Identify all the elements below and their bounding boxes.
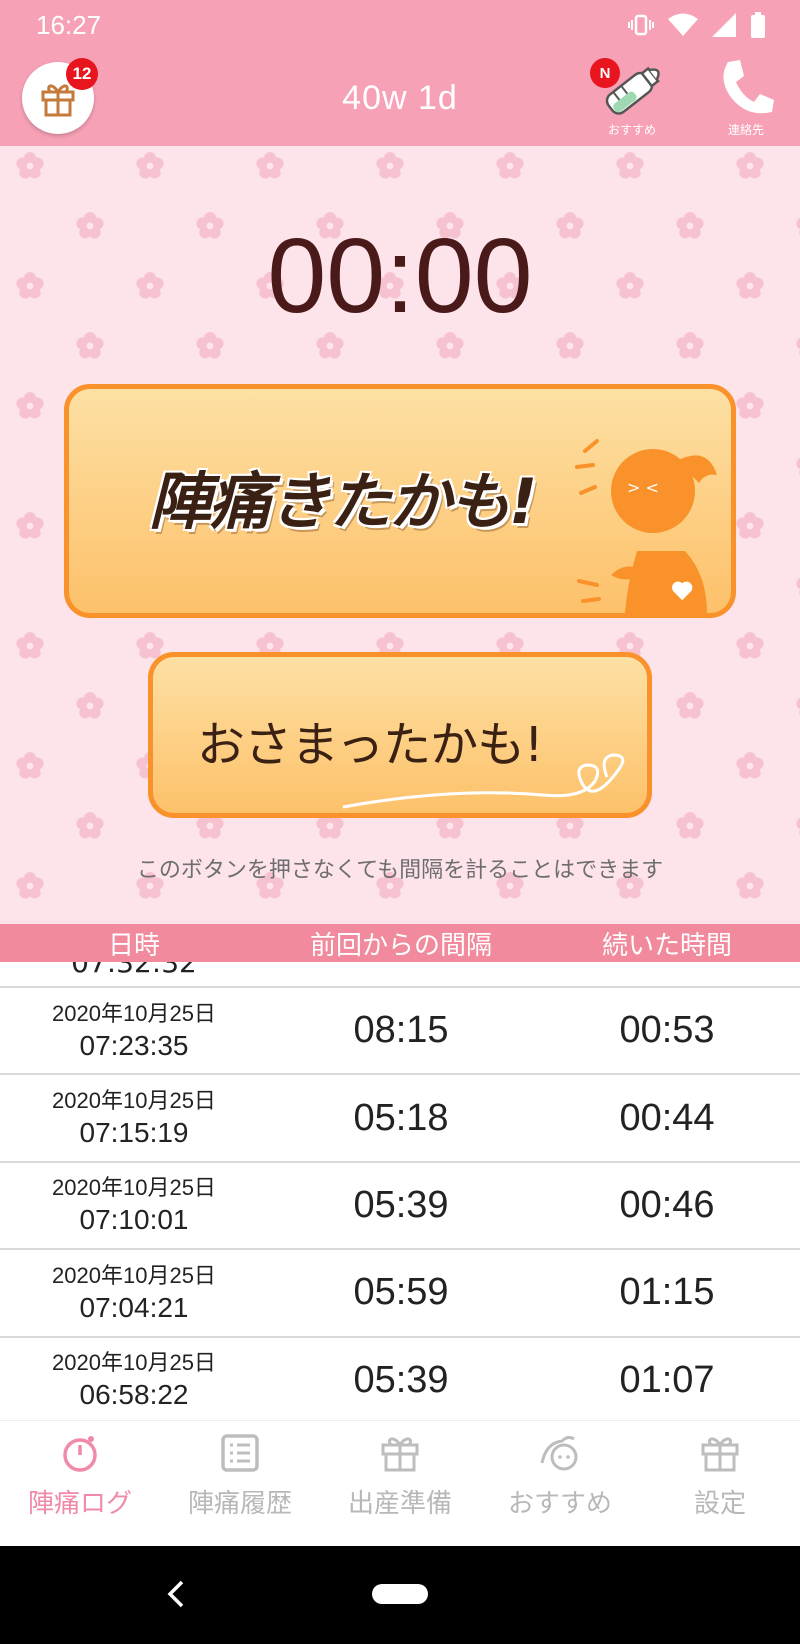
row-interval: 05:18 (353, 1096, 449, 1139)
row-duration: 00:53 (619, 1009, 715, 1052)
battery-icon (751, 12, 765, 38)
recommend-button[interactable]: N おすすめ (586, 54, 678, 142)
row-interval: 05:39 (353, 1183, 449, 1226)
elapsed-timer: 00:00 (267, 217, 533, 335)
row-datetime: 2020年10月25日 07:15:19 (0, 1086, 268, 1150)
row-time: 07:04:21 (79, 1291, 189, 1323)
header-interval: 前回からの間隔 (309, 930, 492, 961)
contraction-started-label: 陣痛きたかも! (149, 465, 537, 538)
row-time: 07:23:35 (79, 1029, 189, 1061)
bottom-tab-bar: 陣痛ログ 陣痛履歴 出産準備 おすすめ 設定 (0, 1420, 800, 1546)
row-time: 06:58:22 (79, 1379, 189, 1411)
row-time: 07:32:32 (71, 962, 197, 979)
svg-text:> <: > < (627, 478, 659, 497)
new-badge: N (590, 58, 620, 88)
present-button[interactable]: 12 (22, 58, 98, 134)
notification-badge: 12 (66, 58, 98, 90)
row-interval: 05:39 (353, 1358, 449, 1401)
contraction-started-button[interactable]: 陣痛きたかも! > < (64, 384, 736, 618)
log-table-header: 日時 前回からの間隔 続いた時間 (0, 924, 800, 962)
contraction-ended-button[interactable]: おさまったかも! (148, 652, 652, 818)
phone-icon (723, 60, 774, 114)
row-datetime: 2020年10月25日 07:04:21 (0, 1261, 268, 1325)
gift-icon (378, 1431, 422, 1475)
row-datetime: 2020年10月25日 07:10:01 (0, 1173, 268, 1237)
row-duration: 01:15 (619, 1271, 715, 1314)
row-datetime: 2020年10月25日 06:58:22 (0, 1348, 268, 1412)
tab-recommend[interactable]: おすすめ (480, 1421, 640, 1546)
ribbon-heart-icon (342, 753, 625, 809)
timer-area: 00:00 陣痛きたかも! > < おさまったかも! このボタンを押さなくても間… (0, 146, 800, 924)
status-bar: 16:27 (0, 0, 800, 50)
baby-icon (538, 1431, 582, 1475)
tab-label: 出産準備 (347, 1489, 452, 1519)
row-duration: 00:46 (619, 1183, 715, 1226)
pregnancy-week-title: 40w 1d (342, 78, 458, 117)
tab-contraction-log[interactable]: 陣痛ログ (0, 1421, 160, 1546)
status-icons (628, 12, 766, 38)
row-interval: 05:59 (353, 1271, 449, 1314)
list-icon (218, 1431, 262, 1475)
row-date: 2020年10月25日 (52, 1350, 216, 1376)
header-datetime: 日時 (107, 930, 160, 961)
vibrate-icon (628, 14, 654, 36)
table-row-partial[interactable]: 07:32:32 (0, 962, 800, 988)
tab-label: おすすめ (507, 1489, 612, 1519)
gift-icon (698, 1431, 742, 1475)
row-time: 07:15:19 (79, 1117, 189, 1149)
row-date: 2020年10月25日 (52, 1000, 216, 1026)
pregnant-woman-icon: > < (575, 439, 717, 613)
row-time: 07:10:01 (79, 1204, 189, 1236)
row-duration: 01:07 (619, 1358, 715, 1401)
tab-label: 陣痛履歴 (187, 1489, 292, 1519)
table-row[interactable]: 2020年10月25日 07:23:35 08:15 00:53 (0, 988, 800, 1076)
stopwatch-icon (58, 1431, 102, 1475)
contraction-log-list[interactable]: 07:32:32 2020年10月25日 07:23:35 08:15 00:5… (0, 962, 800, 1420)
row-date: 2020年10月25日 (52, 1262, 216, 1288)
tab-contraction-history[interactable]: 陣痛履歴 (160, 1421, 320, 1546)
row-date: 2020年10月25日 (52, 1175, 216, 1201)
tab-birth-preparation[interactable]: 出産準備 (320, 1421, 480, 1546)
table-row[interactable]: 2020年10月25日 07:15:19 05:18 00:44 (0, 1075, 800, 1163)
table-row[interactable]: 2020年10月25日 07:10:01 05:39 00:46 (0, 1163, 800, 1251)
system-nav-bar (0, 1546, 800, 1644)
signal-icon (712, 13, 736, 37)
app-header: 12 40w 1d N おすすめ 連絡先 (0, 50, 800, 146)
table-row[interactable]: 2020年10月25日 06:58:22 05:39 01:07 (0, 1338, 800, 1420)
contact-button[interactable]: 連絡先 (706, 54, 786, 142)
status-time: 16:27 (36, 9, 102, 40)
home-button[interactable] (372, 1584, 428, 1604)
tab-label: 設定 (693, 1489, 746, 1519)
wifi-icon (668, 13, 698, 36)
row-datetime: 2020年10月25日 07:23:35 (0, 999, 268, 1063)
recommend-label: おすすめ (607, 123, 656, 137)
contact-label: 連絡先 (727, 123, 764, 137)
table-row[interactable]: 2020年10月25日 07:04:21 05:59 01:15 (0, 1250, 800, 1338)
tab-label: 陣痛ログ (27, 1489, 132, 1519)
header-duration: 続いた時間 (601, 930, 732, 961)
row-interval: 08:15 (353, 1009, 449, 1052)
back-icon[interactable] (164, 1576, 188, 1612)
tab-settings[interactable]: 設定 (640, 1421, 800, 1546)
row-duration: 00:44 (619, 1096, 715, 1139)
hint-text: このボタンを押さなくても間隔を計ることはできます (136, 858, 664, 883)
row-date: 2020年10月25日 (52, 1088, 216, 1114)
